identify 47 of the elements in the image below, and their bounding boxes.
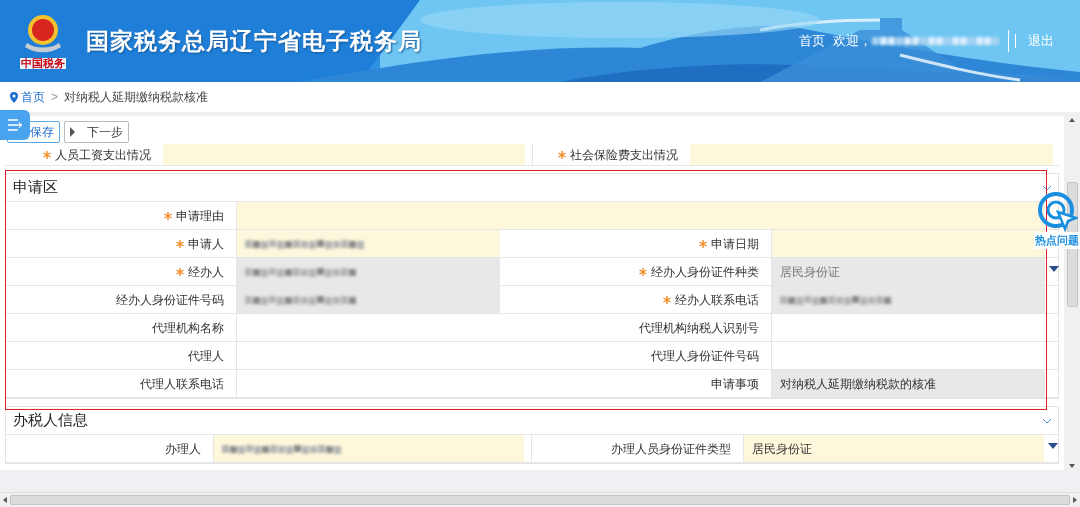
- field-label: 经办人: [188, 263, 224, 281]
- breadcrumb-separator: >: [51, 89, 58, 106]
- field-label: 办理人员身份证件类型: [611, 440, 731, 458]
- home-link[interactable]: 首页: [799, 31, 825, 51]
- field-label: 代理人: [188, 347, 224, 365]
- horizontal-scrollbar[interactable]: [0, 492, 1080, 507]
- input-field[interactable]: [772, 230, 1045, 257]
- input-field[interactable]: [772, 286, 1045, 313]
- section-title: 办税人信息: [13, 410, 88, 431]
- field-label: 经办人身份证件号码: [116, 291, 224, 309]
- field-label: 代理机构纳税人识别号: [639, 319, 759, 337]
- input-field[interactable]: [214, 435, 524, 462]
- field-label: 代理人联系电话: [140, 375, 224, 393]
- section-title: 申请区: [13, 177, 58, 198]
- chevron-icon[interactable]: [1042, 417, 1052, 424]
- menu-icon: [8, 119, 22, 131]
- next-step-button[interactable]: 下一步: [64, 120, 129, 143]
- field-label: 申请理由: [176, 207, 224, 225]
- input-field[interactable]: [237, 286, 500, 313]
- breadcrumb-link[interactable]: 首页: [21, 88, 45, 106]
- input-field[interactable]: 对纳税人延期缴纳税款的核准: [772, 370, 1045, 397]
- field-label: 经办人身份证件种类: [651, 263, 759, 281]
- input-field[interactable]: [237, 258, 500, 285]
- field-label: 申请人: [188, 235, 224, 253]
- welcome-text: 欢迎，: [833, 32, 872, 51]
- field-label: 代理人身份证件号码: [651, 347, 759, 365]
- hot-questions-label[interactable]: 热点问题: [1034, 232, 1080, 249]
- input-field[interactable]: [237, 202, 1045, 229]
- input-field[interactable]: [690, 144, 1053, 165]
- logo-caption: 中国税务: [20, 58, 66, 69]
- field-label: 申请日期: [711, 235, 759, 253]
- breadcrumb-current: 对纳税人延期缴纳税款核准: [64, 89, 208, 106]
- dropdown-caret-icon[interactable]: [1048, 443, 1058, 449]
- menu-button[interactable]: [0, 110, 30, 140]
- cursor-click-icon[interactable]: [1036, 190, 1078, 232]
- field-label: 办理人: [165, 440, 201, 458]
- field-label: 社会保险费支出情况: [570, 146, 678, 164]
- field-label: 人员工资支出情况: [55, 146, 151, 164]
- field-label: 申请事项: [711, 375, 759, 393]
- location-pin-icon: [10, 91, 18, 103]
- field-label: 代理机构名称: [152, 319, 224, 337]
- chevron-icon[interactable]: [1042, 184, 1052, 191]
- input-field[interactable]: [163, 144, 525, 165]
- site-title: 国家税务总局辽宁省电子税务局: [86, 26, 422, 56]
- field-label: 经办人联系电话: [675, 291, 759, 309]
- play-icon: [70, 126, 75, 137]
- input-field[interactable]: [237, 230, 500, 257]
